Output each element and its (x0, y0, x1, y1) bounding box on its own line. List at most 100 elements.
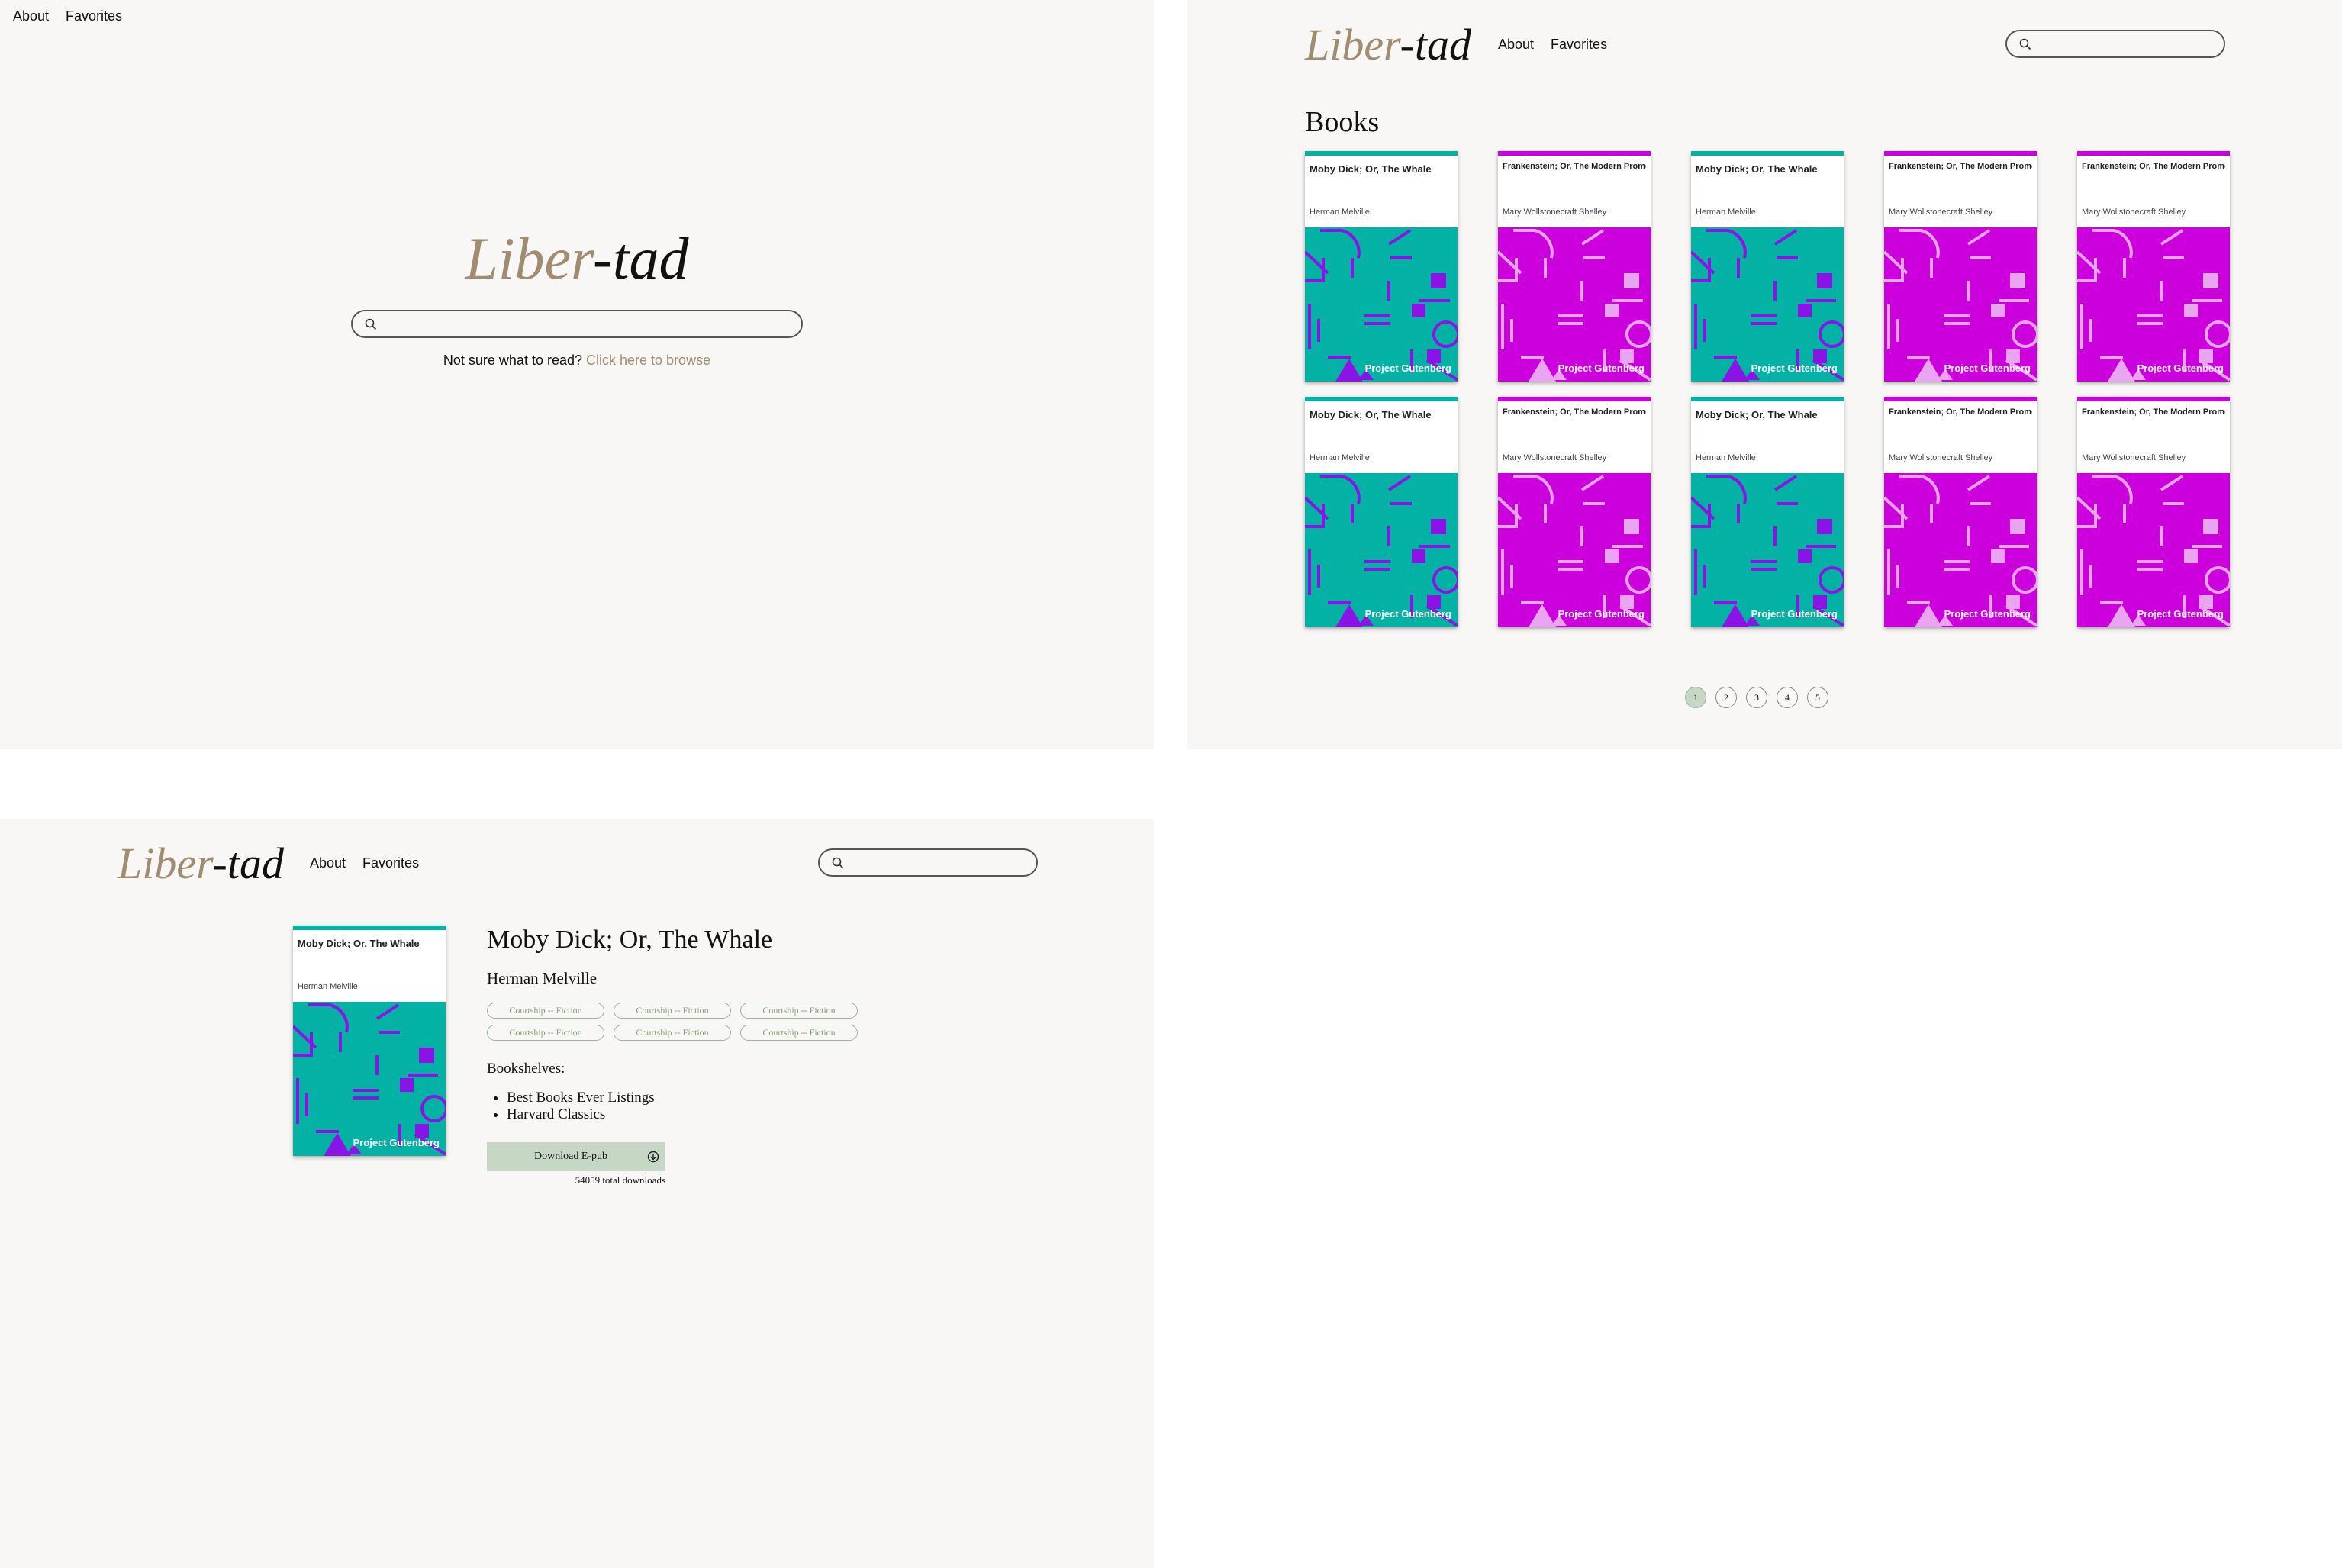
search-icon (832, 857, 844, 868)
top-nav: About Favorites (13, 8, 122, 24)
cover-title: Frankenstein; Or, The Modern Prometheus (1889, 162, 2032, 171)
logo-liber: Liber (118, 839, 213, 888)
book-card: Moby Dick; Or, The Whale Herman Melville (293, 926, 446, 1156)
header-nav: About Favorites (310, 855, 419, 871)
download-label: Download E-pub (534, 1151, 608, 1162)
cover-publisher: Project Gutenberg (2137, 608, 2224, 620)
search-input[interactable] (2038, 31, 2213, 56)
cover-art (1691, 227, 1844, 382)
cover-top-bar (1305, 397, 1458, 401)
cover-author: Mary Wollstonecraft Shelley (2082, 208, 2186, 217)
cover-top-bar (1498, 397, 1651, 401)
book-card[interactable]: Moby Dick; Or, The Whale Herman Melville (1691, 397, 1844, 627)
book-card[interactable]: Moby Dick; Or, The Whale Herman Melville (1691, 151, 1844, 382)
nav-about-link[interactable]: About (13, 8, 49, 24)
book-card[interactable]: Frankenstein; Or, The Modern Prometheus … (2077, 151, 2230, 382)
cover-publisher: Project Gutenberg (1364, 362, 1451, 374)
download-epub-button[interactable]: Download E-pub (487, 1142, 665, 1171)
cover-art (1884, 473, 2037, 627)
download-circle-icon (647, 1151, 659, 1163)
search-input[interactable] (850, 850, 1026, 875)
subject-tag[interactable]: Courtship -- Fiction (614, 1003, 731, 1019)
cover-title: Moby Dick; Or, The Whale (1696, 163, 1818, 175)
cover-author: Herman Melville (1696, 208, 1756, 217)
nav-about-link[interactable]: About (1498, 37, 1534, 53)
cover-title: Frankenstein; Or, The Modern Prometheus (1889, 407, 2032, 417)
cover-top-bar (2077, 151, 2230, 156)
cover-art (293, 1002, 446, 1156)
book-author: Herman Melville (487, 969, 598, 987)
cover-title: Moby Dick; Or, The Whale (1696, 409, 1818, 420)
book-card[interactable]: Frankenstein; Or, The Modern Prometheus … (2077, 397, 2230, 627)
browse-link[interactable]: Click here to browse (586, 353, 710, 368)
nav-favorites-link[interactable]: Favorites (362, 855, 419, 871)
site-logo[interactable]: Liber-tad (1305, 23, 1471, 67)
nav-about-link[interactable]: About (310, 855, 346, 871)
page-button-2[interactable]: 2 (1715, 687, 1737, 708)
book-card[interactable]: Frankenstein; Or, The Modern Prometheus … (1884, 397, 2037, 627)
cover-publisher: Project Gutenberg (1944, 362, 2031, 374)
search-bar[interactable] (818, 848, 1038, 877)
cover-author: Mary Wollstonecraft Shelley (1889, 208, 1993, 217)
logo-tad: -tad (212, 839, 284, 888)
cover-art (1498, 227, 1651, 382)
cover-publisher: Project Gutenberg (2137, 362, 2224, 374)
page-button-1[interactable]: 1 (1685, 687, 1706, 708)
nav-favorites-link[interactable]: Favorites (66, 8, 122, 24)
cover-publisher: Project Gutenberg (1364, 608, 1451, 620)
pagination: 12345 (1685, 687, 1828, 708)
cover-publisher: Project Gutenberg (1558, 362, 1645, 374)
cover-author: Mary Wollstonecraft Shelley (1503, 208, 1607, 217)
search-bar[interactable] (2005, 30, 2225, 58)
cover-title: Moby Dick; Or, The Whale (1310, 163, 1432, 175)
cover-art (1305, 227, 1458, 382)
cover-title: Frankenstein; Or, The Modern Prometheus (2082, 162, 2225, 171)
cover-title: Frankenstein; Or, The Modern Prometheus (1503, 162, 1646, 171)
search-icon (2019, 38, 2031, 50)
cover-top-bar (1498, 151, 1651, 156)
browse-prompt: Not sure what to read? Click here to bro… (0, 353, 1154, 369)
cover-publisher: Project Gutenberg (1558, 608, 1645, 620)
home-screen: About Favorites Liber-tad Not sure what … (0, 0, 1154, 749)
cover-publisher: Project Gutenberg (1944, 608, 2031, 620)
search-input[interactable] (383, 311, 791, 336)
subject-tag[interactable]: Courtship -- Fiction (740, 1025, 858, 1041)
page-button-5[interactable]: 5 (1807, 687, 1828, 708)
cover-top-bar (2077, 397, 2230, 401)
cover-author: Herman Melville (298, 982, 358, 991)
page-button-4[interactable]: 4 (1777, 687, 1798, 708)
cover-author: Herman Melville (1310, 453, 1370, 462)
cover-art (1691, 473, 1844, 627)
subject-tag[interactable]: Courtship -- Fiction (487, 1025, 604, 1041)
book-card[interactable]: Moby Dick; Or, The Whale Herman Melville (1305, 151, 1458, 382)
cover-art (2077, 473, 2230, 627)
cover-top-bar (1884, 397, 2037, 401)
subject-tag[interactable]: Courtship -- Fiction (614, 1025, 731, 1041)
cover-publisher: Project Gutenberg (353, 1137, 440, 1148)
search-bar[interactable] (351, 310, 803, 338)
site-logo[interactable]: Liber-tad (0, 229, 1154, 288)
page-button-3[interactable]: 3 (1746, 687, 1767, 708)
cover-title: Moby Dick; Or, The Whale (1310, 409, 1432, 420)
cover-publisher: Project Gutenberg (1751, 362, 1838, 374)
cover-title: Frankenstein; Or, The Modern Prometheus (1503, 407, 1646, 417)
cover-publisher: Project Gutenberg (1751, 608, 1838, 620)
book-card[interactable]: Moby Dick; Or, The Whale Herman Melville (1305, 397, 1458, 627)
subject-tag[interactable]: Courtship -- Fiction (740, 1003, 858, 1019)
nav-favorites-link[interactable]: Favorites (1551, 37, 1607, 53)
site-logo[interactable]: Liber-tad (118, 842, 284, 886)
cover-art (1305, 473, 1458, 627)
book-card[interactable]: Frankenstein; Or, The Modern Prometheus … (1884, 151, 2037, 382)
cover-top-bar (1691, 397, 1844, 401)
cover-top-bar (1884, 151, 2037, 156)
cover-top-bar (1305, 151, 1458, 156)
cover-author: Herman Melville (1310, 208, 1370, 217)
book-card[interactable]: Frankenstein; Or, The Modern Prometheus … (1498, 397, 1651, 627)
cover-top-bar (293, 926, 446, 930)
book-card[interactable]: Frankenstein; Or, The Modern Prometheus … (1498, 151, 1651, 382)
bookshelves-label: Bookshelves: (487, 1061, 565, 1077)
bookshelf-item: Best Books Ever Listings (507, 1090, 655, 1106)
subject-tag[interactable]: Courtship -- Fiction (487, 1003, 604, 1019)
bookshelves-list: Best Books Ever ListingsHarvard Classics (491, 1090, 655, 1123)
cover-author: Herman Melville (1696, 453, 1756, 462)
